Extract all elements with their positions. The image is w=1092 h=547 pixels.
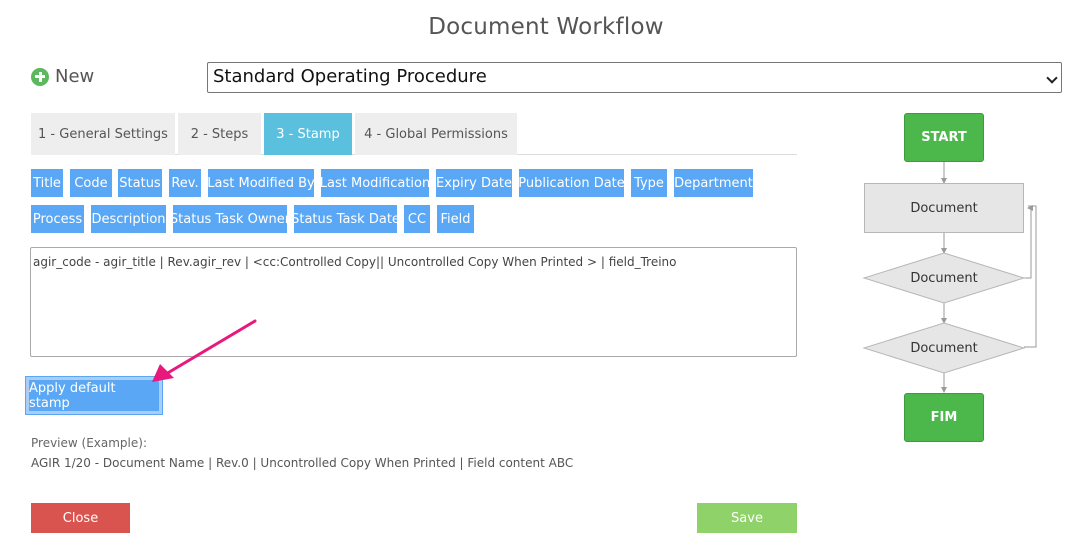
tab-bar: 1 - General Settings 2 - Steps 3 - Stamp…	[31, 113, 797, 155]
flow-end-node[interactable]: FIM	[904, 393, 984, 442]
stamp-textarea[interactable]: agir_code - agir_title | Rev.agir_rev | …	[30, 247, 797, 357]
field-button-last-modified-by[interactable]: Last Modified By	[207, 169, 315, 197]
new-button-label: New	[55, 66, 95, 87]
flow-decision-node-2[interactable]: Document	[884, 335, 1004, 361]
field-button-type[interactable]: Type	[631, 169, 667, 197]
field-button-status-task-owner[interactable]: Status Task Owner	[170, 205, 290, 233]
field-button-department[interactable]: Department	[674, 169, 753, 197]
field-button-title[interactable]: Title	[31, 169, 63, 197]
flow-decision-node-1[interactable]: Document	[884, 265, 1004, 291]
flow-start-node[interactable]: START	[904, 113, 984, 162]
tab-general-settings[interactable]: 1 - General Settings	[31, 113, 175, 155]
field-button-description[interactable]: Description	[91, 205, 166, 233]
tab-global-permissions[interactable]: 4 - Global Permissions	[355, 113, 517, 155]
field-button-status-task-date[interactable]: Status Task Date	[291, 205, 400, 233]
save-button[interactable]: Save	[697, 503, 797, 533]
apply-default-stamp-button[interactable]: Apply default stamp	[26, 377, 162, 414]
field-button-cc[interactable]: CC	[404, 205, 430, 233]
workflow-select-value: Standard Operating Procedure	[213, 66, 487, 87]
preview-value: AGIR 1/20 - Document Name | Rev.0 | Unco…	[31, 456, 574, 470]
flow-document-node[interactable]: Document	[864, 183, 1024, 233]
field-button-status[interactable]: Status	[118, 169, 162, 197]
workflow-diagram: START Document Document Document FIM	[860, 105, 1050, 450]
field-button-field[interactable]: Field	[437, 205, 474, 233]
tab-steps[interactable]: 2 - Steps	[178, 113, 261, 155]
close-button[interactable]: Close	[31, 503, 130, 533]
field-button-publication-date[interactable]: Publication Date	[518, 169, 625, 197]
page-title: Document Workflow	[428, 14, 664, 40]
plus-circle-icon	[31, 67, 49, 86]
preview-label: Preview (Example):	[31, 436, 147, 450]
field-button-last-modification[interactable]: Last Modification	[320, 169, 430, 197]
tab-stamp[interactable]: 3 - Stamp	[264, 113, 352, 155]
new-button[interactable]: New	[31, 66, 94, 87]
field-button-rev[interactable]: Rev.	[169, 169, 201, 197]
field-button-expiry-date[interactable]: Expiry Date	[436, 169, 512, 197]
workflow-select[interactable]: Standard Operating Procedure	[207, 62, 1062, 93]
chevron-down-icon	[1046, 72, 1058, 84]
field-button-code[interactable]: Code	[70, 169, 112, 197]
field-button-process[interactable]: Process	[31, 205, 84, 233]
